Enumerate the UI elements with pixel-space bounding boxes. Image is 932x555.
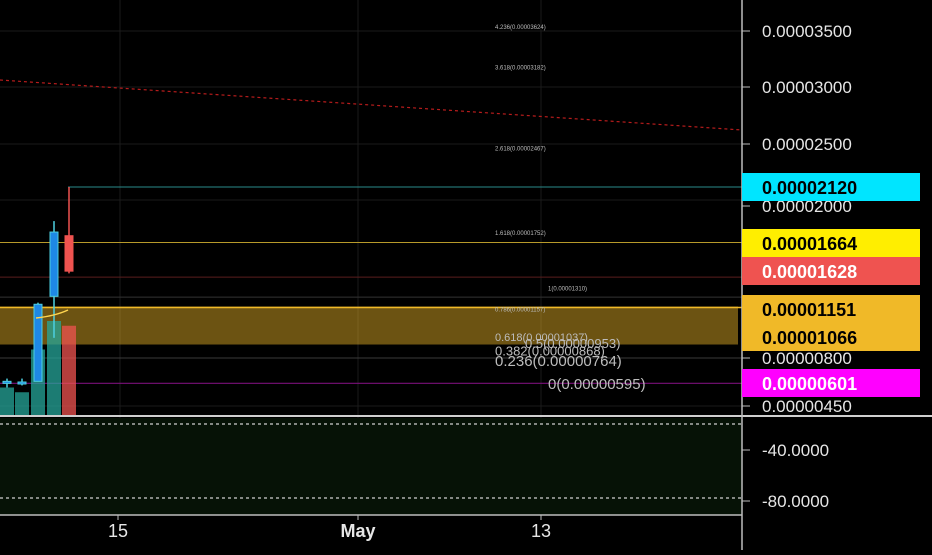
price-tick-label: 0.00000450 [762, 397, 852, 416]
price-tag-label: 0.00001066 [762, 328, 857, 348]
candle-body [33, 303, 43, 382]
fib-level-label: 2.618(0.00002467) [495, 147, 546, 153]
price-tag: 0.00001664 [742, 229, 920, 257]
price-tick-label: 0.00000800 [762, 349, 852, 368]
time-tick-label: May [340, 521, 375, 541]
candle-body [17, 381, 27, 385]
oscillator-background [0, 418, 742, 515]
oscillator-pane [0, 418, 742, 515]
price-chart[interactable]: 4.236(0.00003624) 3.618(0.00003182) 2.618(… [0, 0, 932, 550]
fib-level-label: 0(0.00000595) [548, 376, 646, 393]
candle-body [2, 380, 12, 384]
chart-container[interactable]: 4.236(0.00003624) 3.618(0.00003182) 2.618(… [0, 0, 932, 550]
price-tag: 0.00001151 [742, 295, 920, 323]
price-tick-label: 0.00002500 [762, 135, 852, 154]
fib-level-label: 0.786(0.00001157) [495, 307, 545, 313]
osc-tick-label: -40.0000 [762, 441, 829, 460]
price-tag: 0.00002120 [742, 173, 920, 201]
drawing-overlays [0, 79, 743, 384]
price-tag-label: 0.00001664 [762, 234, 857, 254]
volume-bar [62, 325, 76, 416]
volume-bar [0, 387, 14, 416]
price-tag-label: 0.00002120 [762, 178, 857, 198]
price-tag: 0.00000601 [742, 369, 920, 397]
fib-level-label: 1.618(0.00001752) [495, 231, 546, 237]
price-tag-label: 0.00001628 [762, 262, 857, 282]
candle-body [64, 235, 74, 272]
candle-body [49, 231, 59, 297]
price-tick-label: 0.00003500 [762, 22, 852, 41]
price-tag: 0.00001066 [742, 323, 920, 351]
time-tick-label: 13 [531, 521, 551, 541]
fib-level-label: 4.236(0.00003624) [495, 25, 546, 31]
price-tick-label: 0.00003000 [762, 78, 852, 97]
fib-level-label: 3.618(0.00003182) [495, 66, 546, 72]
price-tag: 0.00001628 [742, 257, 920, 285]
fib-level-label: 1(0.00001310) [548, 286, 587, 292]
fib-level-label: 0.236(0.00000764) [495, 353, 622, 370]
fib-band-highlight [0, 306, 738, 345]
price-tag-label: 0.00001151 [762, 300, 856, 320]
volume-bar [15, 392, 29, 416]
price-tag-label: 0.00000601 [762, 374, 857, 394]
time-tick-label: 15 [108, 521, 128, 541]
osc-tick-label: -80.0000 [762, 492, 829, 511]
